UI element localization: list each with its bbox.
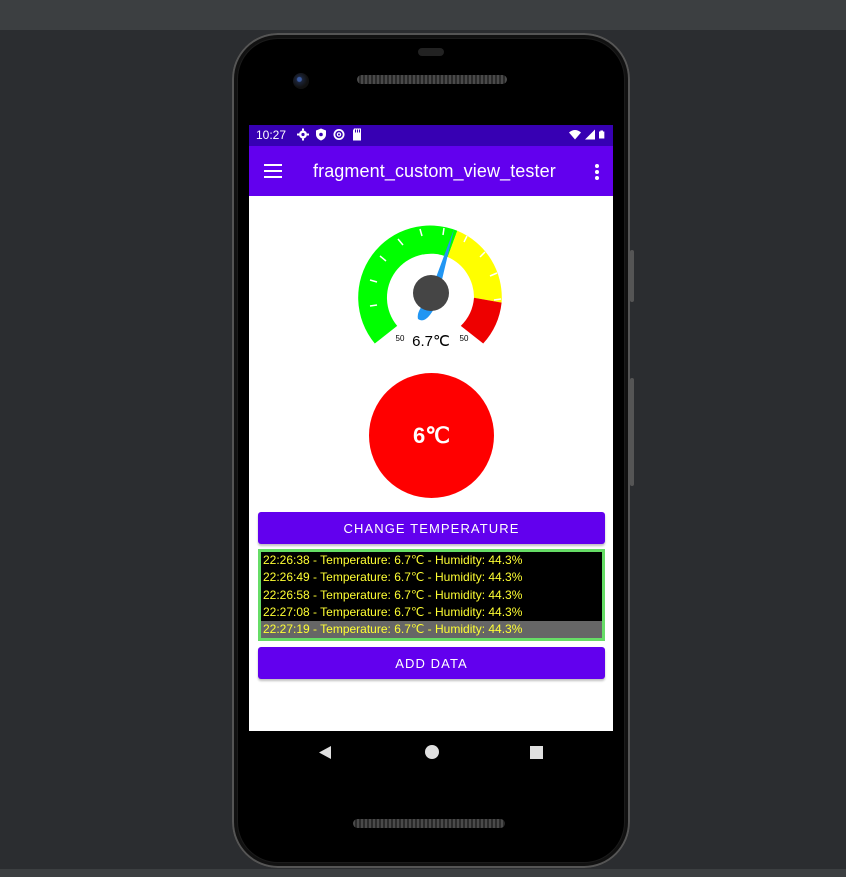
temperature-circle-label: 6℃ <box>413 422 450 448</box>
recent-apps-icon[interactable] <box>530 746 543 759</box>
back-icon[interactable] <box>318 745 332 760</box>
gauge-max-label: 50 <box>460 334 469 343</box>
change-temperature-button[interactable]: CHANGE TEMPERATURE <box>258 512 605 544</box>
emulator-bottom-toolbar <box>0 869 846 877</box>
sync-icon <box>333 129 345 140</box>
sensor-slot <box>418 48 444 56</box>
status-bar: 10:27 <box>249 125 613 146</box>
log-list-item[interactable]: 22:26:58 - Temperature: 6.7℃ - Humidity:… <box>261 587 602 604</box>
emulator-top-toolbar <box>0 0 846 30</box>
earpiece-speaker <box>357 75 507 84</box>
gauge-zone-yellow <box>447 230 502 303</box>
sd-card-icon <box>353 128 361 141</box>
app-title: fragment_custom_view_tester <box>313 161 556 181</box>
wifi-icon <box>569 130 581 140</box>
gauge-min-label: 50 <box>396 334 405 343</box>
data-log-list[interactable]: 22:26:38 - Temperature: 6.7℃ - Humidity:… <box>258 549 605 641</box>
temperature-gauge: 50 50 6.7℃ <box>358 225 502 350</box>
hamburger-menu-icon[interactable] <box>263 162 283 180</box>
device-screen: 10:27 fragment_custom_view_tester 50 50 … <box>249 125 613 731</box>
add-data-button[interactable]: ADD DATA <box>258 647 605 679</box>
log-list-item[interactable]: 22:27:08 - Temperature: 6.7℃ - Humidity:… <box>261 604 602 621</box>
battery-icon <box>599 130 605 139</box>
signal-icon <box>585 129 595 140</box>
status-time: 10:27 <box>256 128 287 142</box>
volume-button[interactable] <box>630 378 634 486</box>
log-list-item-selected[interactable]: 22:27:19 - Temperature: 6.7℃ - Humidity:… <box>261 621 602 639</box>
home-icon[interactable] <box>425 745 439 759</box>
overflow-menu-icon[interactable] <box>593 163 601 181</box>
gauge-value-label: 6.7℃ <box>412 333 450 350</box>
bottom-speaker <box>353 819 505 828</box>
power-button[interactable] <box>630 250 634 302</box>
log-list-item[interactable]: 22:26:49 - Temperature: 6.7℃ - Humidity:… <box>261 569 602 586</box>
settings-icon <box>297 128 309 141</box>
system-navigation-bar <box>249 731 613 776</box>
log-list-item[interactable]: 22:26:38 - Temperature: 6.7℃ - Humidity:… <box>261 552 602 569</box>
shield-icon <box>316 128 326 141</box>
app-bar: fragment_custom_view_tester <box>249 146 613 196</box>
temperature-circle-view: 6℃ <box>369 373 494 498</box>
front-camera <box>293 73 309 89</box>
